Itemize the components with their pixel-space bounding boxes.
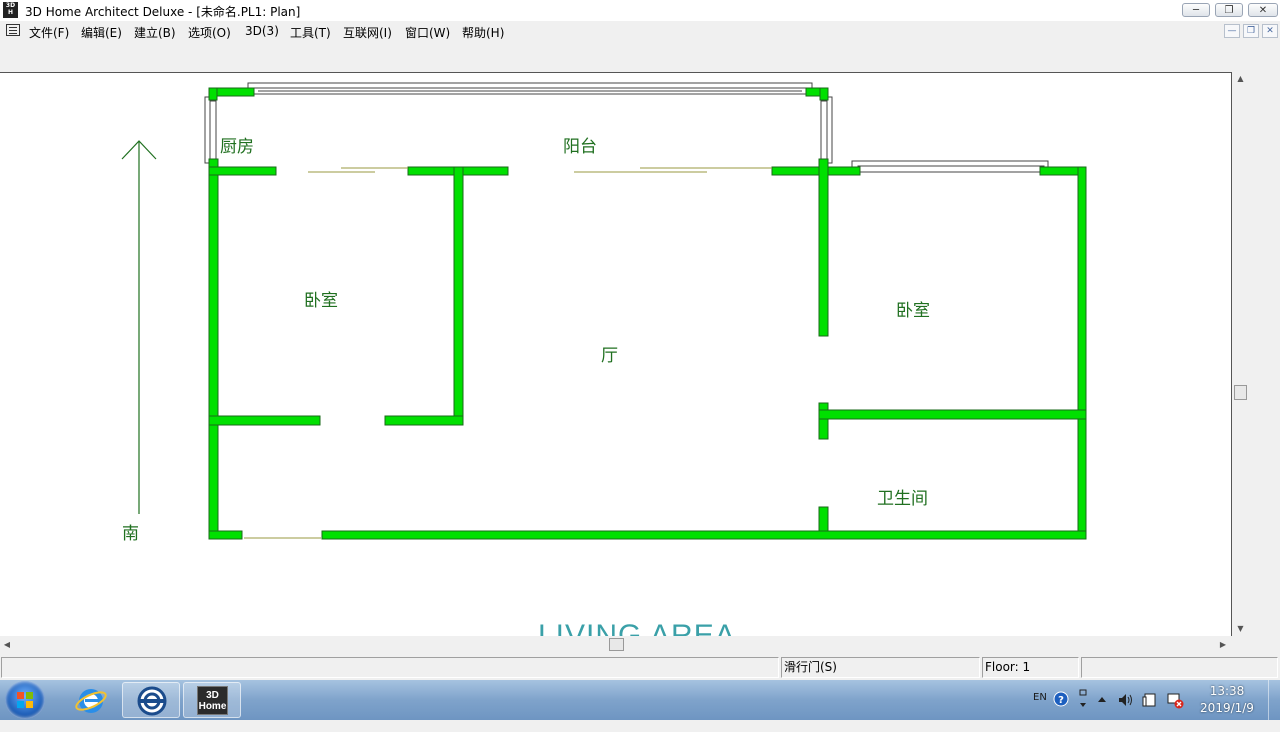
- room-label-balcony[interactable]: 阳台: [563, 132, 597, 157]
- mdi-minimize-button[interactable]: —: [1224, 24, 1240, 38]
- system-clock[interactable]: 13:38 2019/1/9: [1192, 683, 1262, 717]
- scroll-left-icon[interactable]: ◀: [0, 636, 14, 653]
- minimize-icon: ─: [1192, 5, 1200, 16]
- walls: [208, 87, 1087, 540]
- close-icon: ✕: [1266, 26, 1274, 36]
- window-bedroom-right: [851, 160, 1049, 173]
- menu-build[interactable]: 建立(B): [134, 24, 176, 41]
- menu-file[interactable]: 文件(F): [29, 24, 69, 41]
- status-tool: 滑行门(S): [781, 657, 980, 678]
- window-edge: [1249, 72, 1280, 653]
- room-label-bedroom-left[interactable]: 卧室: [304, 286, 338, 311]
- vertical-scrollbar[interactable]: ▲ ▼: [1232, 72, 1249, 636]
- start-button[interactable]: [5, 681, 45, 719]
- close-icon: ✕: [1258, 5, 1268, 16]
- menu-tools[interactable]: 工具(T): [290, 24, 331, 41]
- network-disconnected-icon[interactable]: [1166, 691, 1184, 709]
- taskbar-app-circle[interactable]: [122, 682, 180, 718]
- restore-icon: ❐: [1246, 26, 1256, 36]
- status-extra: [1081, 657, 1278, 678]
- status-message: [1, 657, 779, 678]
- app-circle-icon: [137, 686, 167, 716]
- window-balcony-right: [820, 96, 833, 164]
- horizontal-scroll-thumb[interactable]: [609, 638, 624, 651]
- scroll-right-icon[interactable]: ▶: [1216, 636, 1230, 653]
- scroll-up-icon[interactable]: ▲: [1232, 72, 1249, 86]
- toolbar-area: [0, 41, 1280, 72]
- minimize-button[interactable]: ─: [1182, 3, 1210, 17]
- horizontal-scrollbar[interactable]: ◀ ▶: [0, 636, 1232, 653]
- close-button[interactable]: ✕: [1248, 3, 1278, 17]
- taskbar-3d-home[interactable]: 3D Home: [183, 682, 241, 718]
- room-label-living[interactable]: 厅: [601, 341, 618, 366]
- title-bar: 3D H 3D Home Architect Deluxe - [未命名.PL1:…: [0, 0, 1280, 21]
- window-title: 3D Home Architect Deluxe - [未命名.PL1: Pla…: [25, 5, 301, 19]
- restore-icon: ❐: [1224, 5, 1234, 16]
- compass-label: 南: [122, 524, 139, 544]
- help-icon[interactable]: ?: [1053, 691, 1069, 707]
- restore-button[interactable]: ❐: [1215, 3, 1243, 17]
- room-label-bathroom[interactable]: 卫生间: [877, 484, 928, 509]
- window-kitchen: [204, 96, 217, 164]
- language-indicator[interactable]: EN: [1033, 692, 1047, 732]
- windows-logo-icon: [17, 692, 33, 708]
- document-icon[interactable]: [6, 24, 20, 36]
- menu-help[interactable]: 帮助(H): [462, 24, 504, 41]
- menu-internet[interactable]: 互联网(I): [343, 24, 392, 41]
- menu-bar: 文件(F) 编辑(E) 建立(B) 选项(O) 3D(3) 工具(T) 互联网(…: [0, 22, 1280, 41]
- vertical-scroll-thumb[interactable]: [1234, 385, 1247, 400]
- 3d-home-app-icon[interactable]: 3D H: [3, 2, 18, 18]
- internet-explorer-icon: [75, 689, 107, 713]
- room-label-kitchen[interactable]: 厨房: [220, 132, 254, 157]
- clock-date: 2019/1/9: [1200, 701, 1254, 715]
- clock-time: 13:38: [1209, 684, 1245, 698]
- menu-options[interactable]: 选项(O): [188, 24, 231, 41]
- action-center-icon[interactable]: [1142, 691, 1160, 709]
- mdi-close-button[interactable]: ✕: [1262, 24, 1278, 38]
- volume-icon[interactable]: [1117, 691, 1135, 709]
- plan-canvas[interactable]: 厨房 阳台 卧室 厅 卧室 卫生间 南 LIVING AREA: [0, 72, 1232, 636]
- taskbar-internet-explorer[interactable]: [61, 682, 119, 718]
- 3d-home-icon: 3D Home: [197, 686, 228, 715]
- menu-3d[interactable]: 3D(3): [245, 24, 279, 38]
- scroll-down-icon[interactable]: ▼: [1232, 622, 1249, 636]
- language-options-icon[interactable]: [1077, 688, 1089, 710]
- menu-edit[interactable]: 编辑(E): [81, 24, 122, 41]
- north-arrow: [121, 140, 157, 514]
- taskbar: 3D Home EN ? 13:38 2019/1/9: [0, 680, 1280, 720]
- menu-window[interactable]: 窗口(W): [405, 24, 450, 41]
- minimize-icon: —: [1227, 26, 1237, 36]
- section-title: LIVING AREA: [538, 619, 736, 636]
- room-label-bedroom-right[interactable]: 卧室: [896, 296, 930, 321]
- window-top: [247, 82, 813, 95]
- status-bar: 滑行门(S) Floor: 1: [0, 655, 1280, 680]
- svg-text:?: ?: [1058, 695, 1064, 706]
- show-desktop-button[interactable]: [1268, 680, 1280, 720]
- show-hidden-icons-icon[interactable]: [1096, 694, 1108, 704]
- mdi-restore-button[interactable]: ❐: [1243, 24, 1259, 38]
- status-floor: Floor: 1: [982, 657, 1079, 678]
- sliding-doors: [244, 167, 772, 539]
